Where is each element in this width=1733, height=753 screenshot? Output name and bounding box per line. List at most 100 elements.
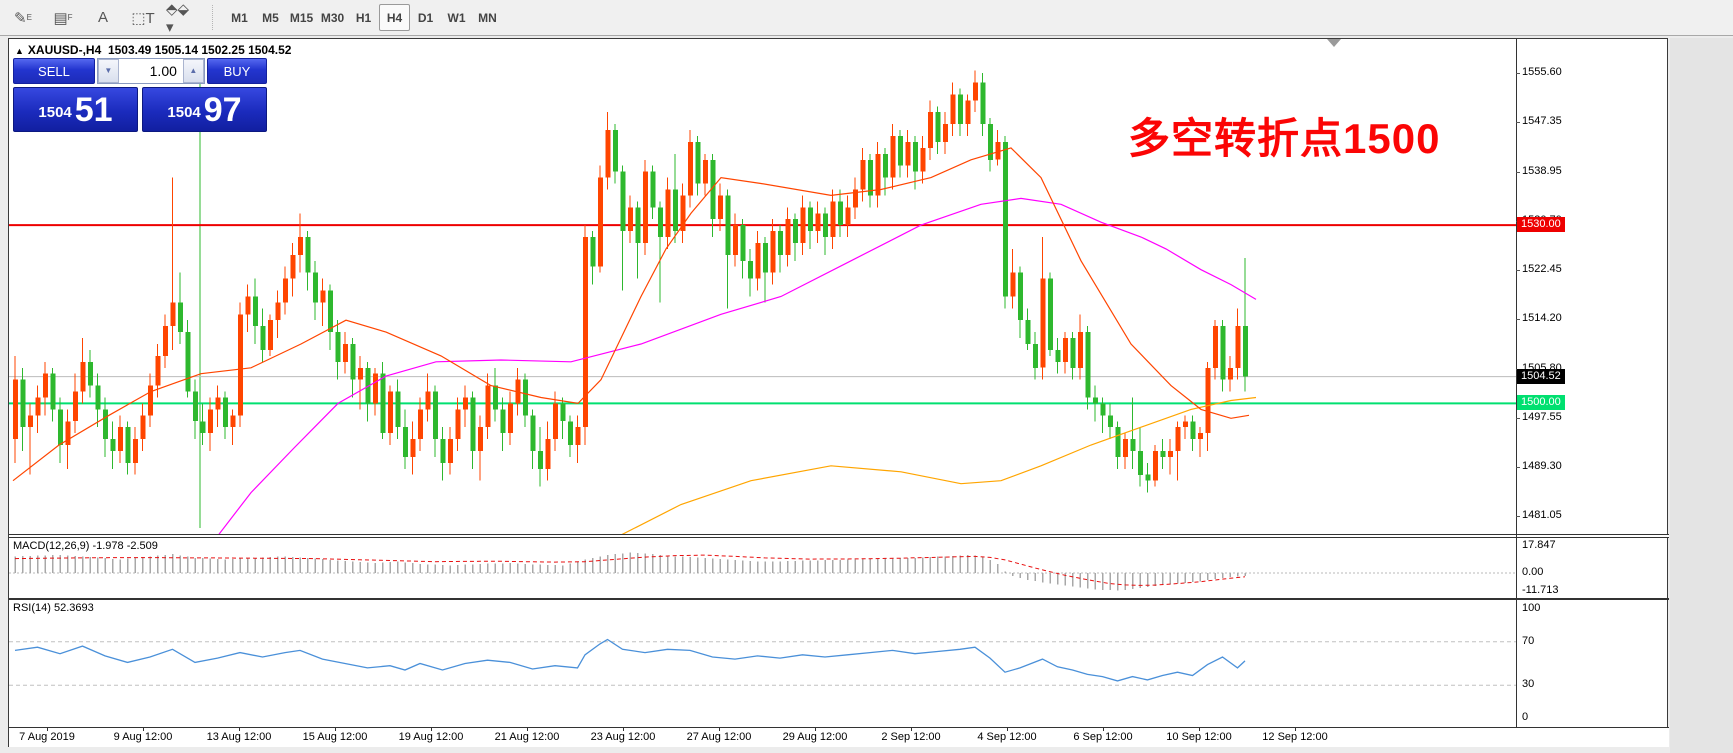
time-tick-mark: [47, 728, 48, 731]
text-box-icon[interactable]: ⬚T: [126, 4, 160, 31]
draw-tools-icon[interactable]: ✎ E: [6, 4, 40, 31]
price-tag-1500.00: 1500.00: [1517, 395, 1565, 411]
volume-input[interactable]: [118, 59, 183, 83]
rsi-canvas[interactable]: [9, 600, 1516, 727]
time-tick-mark: [1007, 728, 1008, 731]
chart-title: ▲ XAUUSD-,H4 1503.49 1505.14 1502.25 1504…: [15, 43, 291, 57]
timeframe-button-m5[interactable]: M5: [255, 4, 286, 31]
time-tick-mark: [911, 728, 912, 731]
time-axis-label: 15 Aug 12:00: [302, 731, 368, 743]
rsi-tick-label: 0: [1522, 711, 1529, 723]
time-axis-label: 23 Aug 12:00: [590, 731, 656, 743]
rsi-tick-label: 100: [1522, 602, 1541, 614]
time-tick-mark: [527, 728, 528, 731]
time-axis-label: 2 Sep 12:00: [881, 731, 941, 743]
volume-decrease-button[interactable]: ▼: [97, 59, 119, 83]
rsi-line: [14, 638, 1246, 682]
price-tag-1504.52: 1504.52: [1517, 368, 1565, 384]
price-tick-mark: [1516, 467, 1520, 469]
timeframe-button-d1[interactable]: D1: [410, 4, 441, 31]
time-tick-mark: [1103, 728, 1104, 731]
price-tick-label: 1481.05: [1522, 509, 1562, 522]
time-tick-mark: [1295, 728, 1296, 731]
candle-bodies-down: [20, 82, 1248, 481]
time-tick-mark: [431, 728, 432, 731]
timeframe-button-m15[interactable]: M15: [286, 4, 317, 31]
arrows-style-icon[interactable]: ⬘⬙ ▾: [166, 1, 200, 36]
one-click-trading-panel: SELL ▼ ▲ BUY 1504 51 1504 97: [13, 58, 267, 132]
macd-tick-label: 17.847: [1522, 538, 1556, 551]
time-tick-mark: [239, 728, 240, 731]
sell-button[interactable]: SELL: [13, 58, 95, 84]
rsi-pane[interactable]: [9, 600, 1516, 727]
top-toolbar: ✎ E ▤ F A ⬚T ⬘⬙ ▾ M1 M5 M15 M30 H1 H4 D1 W1 MN: [0, 0, 1733, 36]
ma-fast-line: [12, 147, 1250, 482]
price-tick-label: 1538.95: [1522, 164, 1562, 177]
rsi-indicator-label: RSI(14) 52.3693: [13, 602, 94, 614]
macd-indicator-label: MACD(12,26,9) -1.978 -2.509: [13, 540, 158, 552]
macd-pane[interactable]: [9, 538, 1516, 598]
price-tick-mark: [1516, 73, 1520, 74]
timeframe-button-h4[interactable]: H4: [379, 4, 410, 31]
rsi-tick-label: 70: [1522, 634, 1535, 647]
volume-widget: ▼ ▲: [96, 58, 205, 84]
window-gutter: [1670, 38, 1733, 753]
price-tick-label: 1522.45: [1522, 263, 1562, 275]
timeframe-button-m30[interactable]: M30: [317, 4, 348, 31]
time-axis-label: 21 Aug 12:00: [494, 731, 560, 743]
timeframe-button-mn[interactable]: MN: [472, 4, 503, 31]
chart-shift-marker-icon[interactable]: [1327, 39, 1341, 47]
time-axis-label: 13 Aug 12:00: [206, 731, 272, 743]
macd-tick-label: -11.713: [1522, 583, 1559, 596]
time-tick-mark: [815, 728, 816, 731]
sell-price-minor: 51: [74, 91, 113, 129]
macd-tick-label: 0.00: [1522, 566, 1544, 578]
time-axis-label: 27 Aug 12:00: [686, 731, 752, 743]
macd-canvas[interactable]: [9, 538, 1516, 598]
buy-button[interactable]: BUY: [206, 58, 267, 84]
time-axis-label: 12 Sep 12:00: [1262, 731, 1328, 743]
time-axis-label: 10 Sep 12:00: [1166, 731, 1232, 743]
rsi-tick-label: 30: [1522, 678, 1535, 691]
timeframe-button-h1[interactable]: H1: [348, 4, 379, 31]
candle-wicks-up: [14, 70, 1238, 487]
price-tick-label: 1497.55: [1522, 410, 1562, 423]
time-tick-mark: [143, 728, 144, 731]
price-tick-mark: [1516, 417, 1520, 419]
time-axis-label: 6 Sep 12:00: [1073, 731, 1133, 743]
time-axis-label: 9 Aug 12:00: [113, 731, 173, 743]
grid-icon[interactable]: ▤ F: [46, 4, 80, 31]
sell-price-major: 1504: [38, 104, 72, 121]
timeframe-button-m1[interactable]: M1: [224, 4, 255, 31]
time-axis-label: 4 Sep 12:00: [977, 731, 1037, 743]
chart-annotation-text: 多空转折点1500: [1128, 115, 1441, 162]
price-tick-mark: [1516, 516, 1520, 518]
price-tag-1530.00: 1530.00: [1517, 217, 1565, 233]
symbol-arrow-icon: ▲: [15, 46, 24, 56]
sell-price-display[interactable]: 1504 51: [13, 87, 138, 132]
buy-price-display[interactable]: 1504 97: [142, 87, 267, 132]
price-tick-label: 1547.35: [1522, 115, 1562, 128]
time-axis-label: 19 Aug 12:00: [398, 731, 464, 743]
price-tick-mark: [1516, 122, 1520, 124]
time-axis-label: 29 Aug 12:00: [782, 731, 848, 743]
price-tick-mark: [1516, 270, 1520, 271]
time-tick-mark: [623, 728, 624, 731]
text-label-icon[interactable]: A: [86, 4, 120, 31]
chart-symbol: XAUUSD-,H4: [27, 43, 102, 57]
toolbar-separator: [212, 5, 213, 30]
time-tick-mark: [719, 728, 720, 731]
candle-wicks-down: [22, 73, 1246, 493]
buy-price-minor: 97: [203, 91, 242, 129]
buy-price-major: 1504: [167, 104, 201, 121]
chart-window: ▲ XAUUSD-,H4 1503.49 1505.14 1502.25 1504…: [8, 38, 1669, 747]
time-axis-label: 7 Aug 2019: [19, 731, 75, 743]
price-tick-label: 1555.60: [1522, 66, 1562, 78]
timeframe-button-w1[interactable]: W1: [441, 4, 472, 31]
time-tick-mark: [1199, 728, 1200, 731]
price-tick-label: 1489.30: [1522, 460, 1562, 473]
volume-increase-button[interactable]: ▲: [182, 59, 204, 83]
price-tick-mark: [1516, 319, 1520, 321]
time-axis[interactable]: 7 Aug 2019 9 Aug 12:00 13 Aug 12:00 15 Aug …: [9, 728, 1669, 747]
price-tick-mark: [1516, 171, 1520, 173]
